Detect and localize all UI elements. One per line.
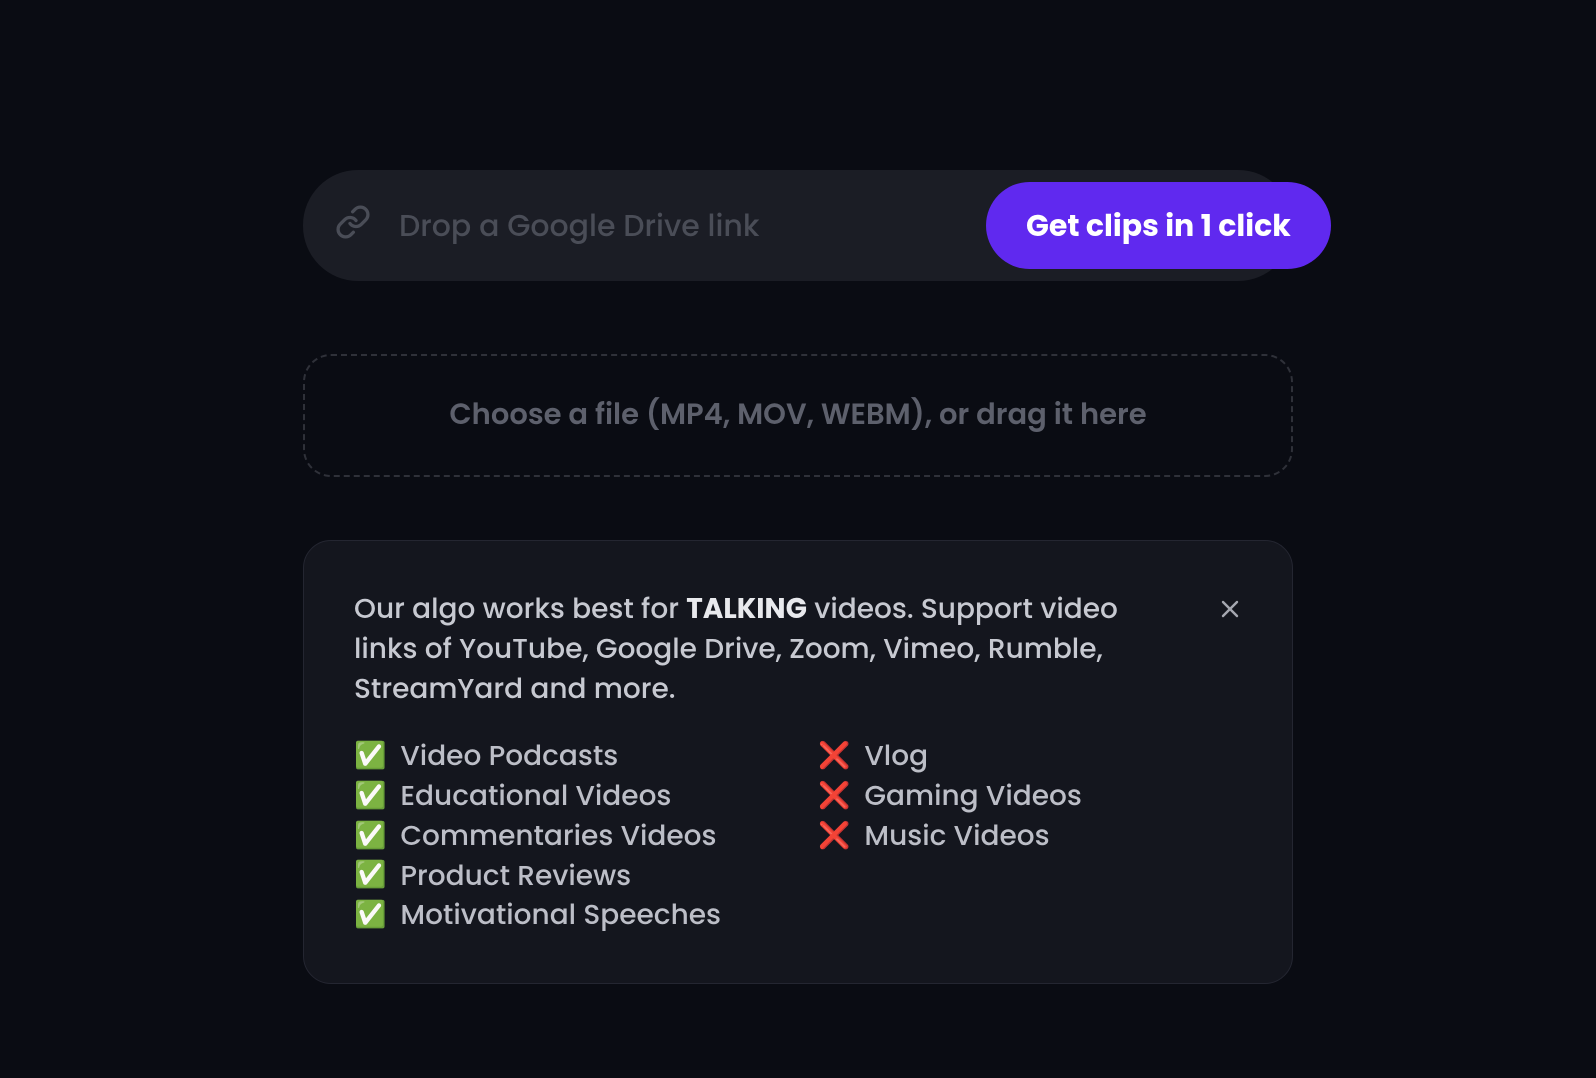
cross-icon: ❌ [818, 823, 850, 849]
list-item-label: Gaming Videos [864, 776, 1081, 816]
list-item-label: Vlog [864, 736, 928, 776]
list-item-label: Music Videos [864, 816, 1049, 856]
list-item: ✅ Product Reviews [354, 856, 778, 896]
dropzone-label: Choose a file (MP4, MOV, WEBM), or drag … [449, 394, 1146, 437]
list-item-label: Motivational Speeches [400, 895, 721, 935]
info-description: Our algo works best for TALKING videos. … [354, 589, 1242, 708]
cross-icon: ❌ [818, 783, 850, 809]
check-icon: ✅ [354, 743, 386, 769]
info-panel: Our algo works best for TALKING videos. … [303, 540, 1293, 984]
close-icon [1218, 609, 1242, 624]
info-desc-prefix: Our algo works best for [354, 589, 686, 628]
cross-icon: ❌ [818, 743, 850, 769]
info-desc-highlight: TALKING [686, 589, 807, 628]
supported-list: ✅ Video Podcasts ✅ Educational Videos ✅ … [354, 736, 778, 935]
list-item-label: Product Reviews [400, 856, 631, 896]
link-icon [335, 204, 371, 247]
url-input[interactable] [399, 203, 986, 249]
file-dropzone[interactable]: Choose a file (MP4, MOV, WEBM), or drag … [303, 354, 1293, 477]
list-item-label: Educational Videos [400, 776, 671, 816]
list-item: ❌ Gaming Videos [818, 776, 1242, 816]
check-icon: ✅ [354, 902, 386, 928]
check-icon: ✅ [354, 823, 386, 849]
list-item: ✅ Educational Videos [354, 776, 778, 816]
list-item: ✅ Commentaries Videos [354, 816, 778, 856]
check-icon: ✅ [354, 862, 386, 888]
url-input-row: Get clips in 1 click [303, 170, 1293, 281]
list-item: ❌ Vlog [818, 736, 1242, 776]
get-clips-button[interactable]: Get clips in 1 click [986, 182, 1331, 269]
list-item: ✅ Video Podcasts [354, 736, 778, 776]
main-container: Get clips in 1 click Choose a file (MP4,… [303, 170, 1293, 1078]
list-item-label: Commentaries Videos [400, 816, 716, 856]
list-item: ✅ Motivational Speeches [354, 895, 778, 935]
unsupported-list: ❌ Vlog ❌ Gaming Videos ❌ Music Videos [818, 736, 1242, 935]
list-item: ❌ Music Videos [818, 816, 1242, 856]
compatibility-lists: ✅ Video Podcasts ✅ Educational Videos ✅ … [354, 736, 1242, 935]
check-icon: ✅ [354, 783, 386, 809]
close-button[interactable] [1214, 593, 1246, 628]
list-item-label: Video Podcasts [400, 736, 618, 776]
